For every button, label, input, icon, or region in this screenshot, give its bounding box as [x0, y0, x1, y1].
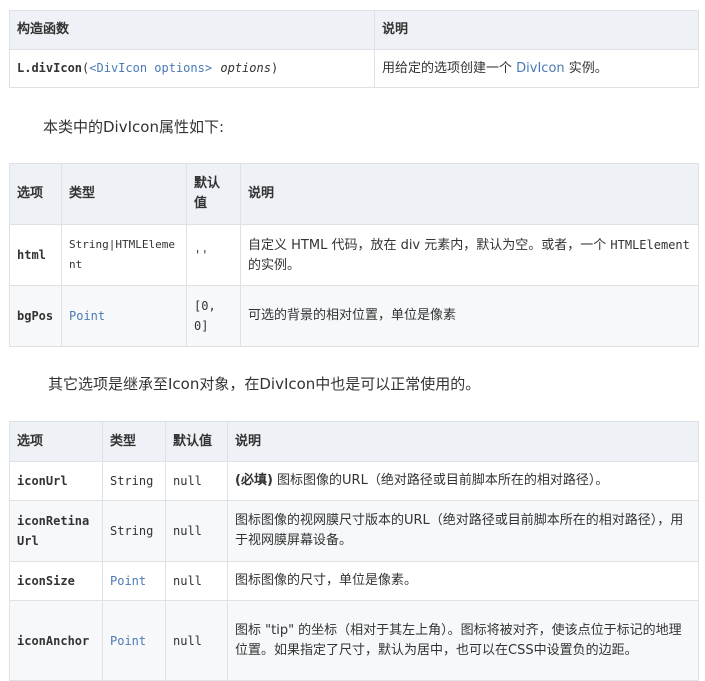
table-row: iconRetinaUrl String null 图标图像的视网膜尺寸版本的U… — [9, 500, 699, 562]
option-default: null — [165, 461, 228, 501]
option-name: bgPos — [9, 285, 62, 347]
header-default: 默认值 — [165, 421, 228, 462]
option-type: String|HTMLElement — [61, 224, 187, 286]
table-row: iconSize Point null 图标图像的尺寸，单位是像素。 — [9, 561, 699, 601]
paren-close: ) — [270, 61, 279, 75]
option-name: iconSize — [9, 561, 103, 601]
option-type: String — [102, 500, 166, 562]
table-row: iconAnchor Point null 图标 "tip" 的坐标（相对于其左… — [9, 600, 699, 681]
constructor-table: 构造函数 说明 L.divIcon(<DivIcon options> opti… — [9, 10, 699, 88]
inherited-options-table: 选项 类型 默认值 说明 iconUrl String null (必填) 图标… — [9, 421, 699, 681]
option-type-link[interactable]: Point — [102, 600, 166, 681]
table-row: iconUrl String null (必填) 图标图像的URL（绝对路径或目… — [9, 461, 699, 501]
header-desc: 说明 — [227, 421, 699, 462]
intro-inherited-options: 其它选项是继承至Icon对象，在DivIcon中也是可以正常使用的。 — [48, 375, 481, 393]
options-param: options — [220, 61, 271, 75]
option-name: iconRetinaUrl — [9, 500, 103, 562]
divicon-options-table: 选项 类型 默认 值 说明 html String|HTMLElement ''… — [9, 163, 699, 347]
divicon-link[interactable]: DivIcon — [516, 61, 565, 76]
table-row: bgPos Point [0, 0] 可选的背景的相对位置，单位是像素 — [9, 285, 699, 347]
option-name: iconAnchor — [9, 600, 103, 681]
option-default: null — [165, 500, 228, 562]
desc-text: 自定义 HTML 代码，放在 div 元素内，默认为空。或者，一个 — [248, 237, 611, 253]
option-default: null — [165, 561, 228, 601]
desc-text: 用给定的选项创建一个 — [382, 60, 517, 76]
desc-text-end: 实例。 — [564, 60, 608, 76]
option-default: null — [165, 600, 228, 681]
option-type-link[interactable]: Point — [102, 561, 166, 601]
option-desc: 可选的背景的相对位置，单位是像素 — [240, 285, 699, 347]
constructor-name: L.divIcon — [17, 61, 83, 75]
option-type: String — [102, 461, 166, 501]
constructor-signature: L.divIcon(<DivIcon options> options) — [9, 49, 375, 88]
constructor-description: 用给定的选项创建一个 DivIcon 实例。 — [374, 49, 699, 88]
option-desc: 图标图像的尺寸，单位是像素。 — [227, 561, 699, 601]
option-type-link[interactable]: Point — [61, 285, 187, 347]
option-desc: 自定义 HTML 代码，放在 div 元素内，默认为空。或者，一个 HTMLEl… — [240, 224, 699, 286]
option-desc: (必填) 图标图像的URL（绝对路径或目前脚本所在的相对路径）。 — [227, 461, 699, 501]
option-desc: 图标图像的视网膜尺寸版本的URL（绝对路径或目前脚本所在的相对路径），用于视网膜… — [227, 500, 699, 562]
intro-divicon-options: 本类中的DivIcon属性如下: — [43, 118, 225, 136]
header-type: 类型 — [102, 421, 166, 462]
option-default: '' — [186, 224, 241, 286]
htmlelement-code: HTMLElement — [610, 237, 690, 252]
header-description: 说明 — [374, 10, 699, 50]
header-default: 默认 值 — [186, 163, 241, 225]
table-row: html String|HTMLElement '' 自定义 HTML 代码，放… — [9, 224, 699, 286]
desc-text: 图标图像的URL（绝对路径或目前脚本所在的相对路径）。 — [272, 473, 609, 488]
desc-text-end: 的实例。 — [248, 257, 301, 273]
required-tag: (必填) — [235, 473, 273, 488]
header-option: 选项 — [9, 163, 62, 225]
header-desc: 说明 — [240, 163, 699, 225]
option-default: [0, 0] — [186, 285, 241, 347]
option-name: iconUrl — [9, 461, 103, 501]
option-name: html — [9, 224, 62, 286]
header-constructor: 构造函数 — [9, 10, 375, 50]
option-desc: 图标 "tip" 的坐标（相对于其左上角）。图标将被对齐，使该点位于标记的地理位… — [227, 600, 699, 681]
header-type: 类型 — [61, 163, 187, 225]
header-option: 选项 — [9, 421, 103, 462]
options-type-link[interactable]: <DivIcon options> — [89, 61, 212, 75]
